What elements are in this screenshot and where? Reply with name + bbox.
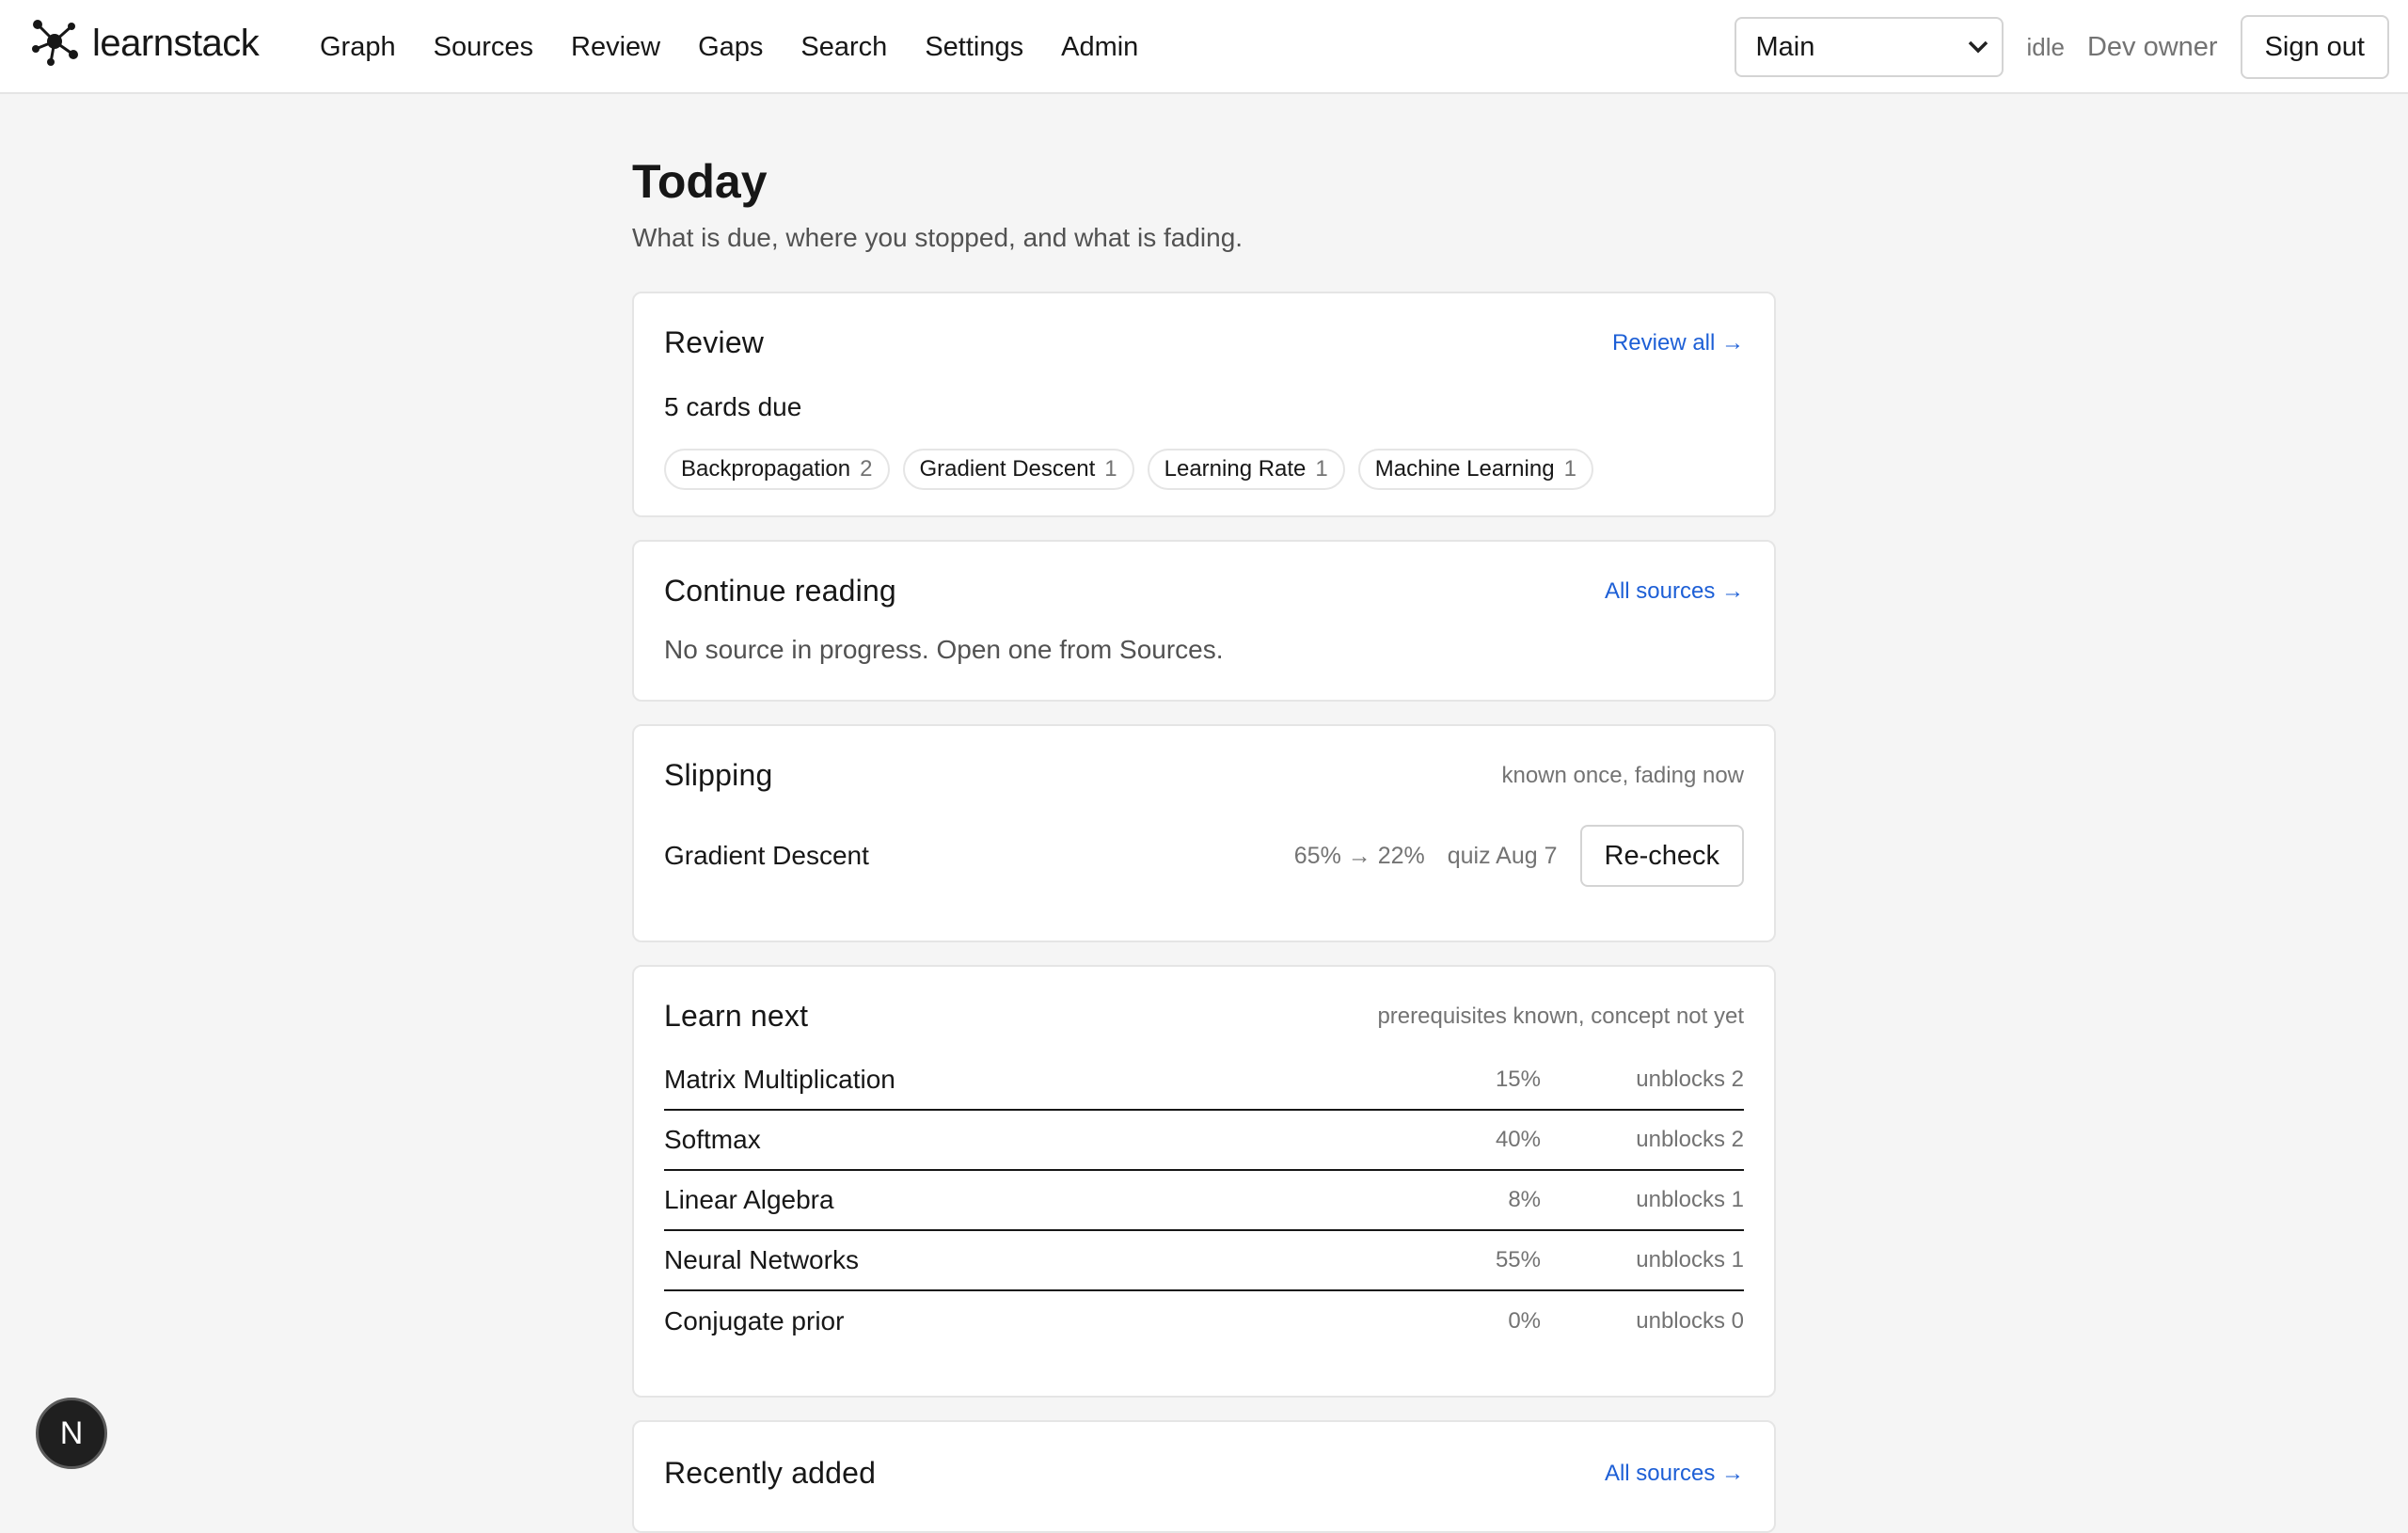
concept-name[interactable]: Softmax <box>664 1125 1390 1155</box>
topic-chip[interactable]: Learning Rate 1 <box>1147 449 1345 490</box>
topic-chip-count: 1 <box>1104 456 1117 482</box>
sign-out-button[interactable]: Sign out <box>2240 15 2389 79</box>
page-subtitle: What is due, where you stopped, and what… <box>632 223 1244 252</box>
mastery-percent: 55% <box>1495 1247 1541 1272</box>
cards-due-count: 5 cards due <box>664 392 802 421</box>
slipping-concept-name: Gradient Descent <box>664 841 869 870</box>
list-item[interactable]: Neural Networks 55% unblocks 1 <box>664 1231 1744 1291</box>
topic-chip-label: Machine Learning <box>1374 456 1555 482</box>
continue-reading-card: Continue reading All sources → No source… <box>632 540 1776 702</box>
topic-chip-count: 1 <box>1563 456 1576 482</box>
mastery-percent: 0% <box>1508 1308 1541 1334</box>
sync-status: idle <box>2026 32 2065 61</box>
review-title: Review <box>664 325 765 359</box>
list-item[interactable]: Conjugate prior 0% unblocks 0 <box>664 1291 1744 1351</box>
page-header: Today What is due, where you stopped, an… <box>632 156 1776 253</box>
list-item[interactable]: Linear Algebra 8% unblocks 1 <box>664 1171 1744 1231</box>
topic-chip-count: 1 <box>1315 456 1328 482</box>
topic-chip-label: Learning Rate <box>1164 456 1307 482</box>
unblocks-count: unblocks 2 <box>1636 1127 1744 1152</box>
review-card: Review Review all → 5 cards due Backprop… <box>632 292 1776 517</box>
slipping-item: Gradient Descent 65% → 22% quiz Aug 7 Re… <box>664 825 1744 887</box>
re-check-button[interactable]: Re-check <box>1579 825 1744 887</box>
chevron-down-icon <box>1968 35 1988 59</box>
learn-next-list: Matrix Multiplication 15% unblocks 2 Sof… <box>664 1051 1744 1351</box>
concept-name[interactable]: Linear Algebra <box>664 1185 1390 1215</box>
topic-chip-label: Backpropagation <box>681 456 851 482</box>
list-item[interactable]: Matrix Multiplication 15% unblocks 2 <box>664 1051 1744 1111</box>
learn-next-title: Learn next <box>664 999 809 1033</box>
due-topic-chips: Backpropagation 2 Gradient Descent 1 Lea… <box>664 449 1744 490</box>
topic-chip[interactable]: Backpropagation 2 <box>664 449 890 490</box>
slipping-card: Slipping known once, fading now Gradient… <box>632 724 1776 942</box>
nav-search[interactable]: Search <box>800 32 887 63</box>
unblocks-count: unblocks 1 <box>1636 1247 1744 1272</box>
nav-sources[interactable]: Sources <box>434 32 533 63</box>
slipping-title: Slipping <box>664 758 773 792</box>
nav-admin[interactable]: Admin <box>1061 32 1138 63</box>
topic-chip[interactable]: Gradient Descent 1 <box>902 449 1134 490</box>
nav-gaps[interactable]: Gaps <box>698 32 763 63</box>
continue-reading-title: Continue reading <box>664 574 896 608</box>
empty-state-text: No source in progress. Open one from Sou… <box>664 635 1224 664</box>
nav-graph[interactable]: Graph <box>320 32 396 63</box>
graph-logo-icon <box>30 17 83 71</box>
workspace-select-value: Main <box>1755 31 1815 62</box>
app-name: learnstack <box>92 23 260 64</box>
workspace-select[interactable]: Main <box>1735 17 2004 77</box>
nav-review[interactable]: Review <box>571 32 660 63</box>
mastery-percent: 15% <box>1495 1067 1541 1092</box>
learn-next-card: Learn next prerequisites known, concept … <box>632 965 1776 1398</box>
top-bar: learnstack Graph Sources Review Gaps Sea… <box>0 0 2408 94</box>
topic-chip-count: 2 <box>860 456 873 482</box>
nav-settings[interactable]: Settings <box>925 32 1023 63</box>
page-title: Today <box>632 155 768 208</box>
all-sources-link[interactable]: All sources → <box>1605 578 1744 605</box>
all-sources-link[interactable]: All sources → <box>1605 1461 1744 1487</box>
slipping-hint: known once, fading now <box>1501 762 1744 788</box>
dev-tools-button[interactable]: N <box>36 1398 107 1469</box>
unblocks-count: unblocks 0 <box>1636 1308 1744 1334</box>
app-logo[interactable]: learnstack <box>30 17 260 71</box>
mastery-percent: 8% <box>1508 1187 1541 1212</box>
mastery-percent: 40% <box>1495 1127 1541 1152</box>
dev-tools-label: N <box>59 1414 84 1451</box>
review-all-link[interactable]: Review all → <box>1612 330 1744 356</box>
last-quiz-date: quiz Aug 7 <box>1447 842 1558 869</box>
unblocks-count: unblocks 1 <box>1636 1187 1744 1212</box>
learn-next-hint: prerequisites known, concept not yet <box>1377 1003 1744 1029</box>
mastery-change: 65% → 22% <box>1293 842 1425 869</box>
list-item[interactable]: Softmax 40% unblocks 2 <box>664 1111 1744 1171</box>
concept-name[interactable]: Conjugate prior <box>664 1306 1390 1336</box>
concept-name[interactable]: Neural Networks <box>664 1245 1390 1275</box>
unblocks-count: unblocks 2 <box>1636 1067 1744 1092</box>
concept-name[interactable]: Matrix Multiplication <box>664 1065 1390 1095</box>
main-nav: Graph Sources Review Gaps Search Setting… <box>320 0 1176 94</box>
topic-chip[interactable]: Machine Learning 1 <box>1357 449 1593 490</box>
recently-added-card: Recently added All sources → <box>632 1420 1776 1533</box>
recently-added-title: Recently added <box>664 1456 877 1490</box>
topic-chip-label: Gradient Descent <box>919 456 1096 482</box>
user-name: Dev owner <box>2086 31 2218 62</box>
header-actions: Main idle Dev owner Sign out <box>1735 0 2389 94</box>
